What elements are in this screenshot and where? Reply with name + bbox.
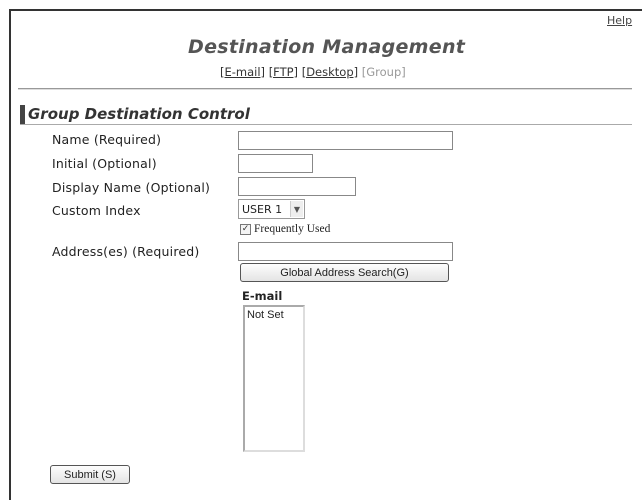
section-title: Group Destination Control <box>28 105 250 123</box>
header-divider <box>18 88 632 90</box>
help-link[interactable]: Help <box>607 14 632 27</box>
display-name-label: Display Name (Optional) <box>52 180 211 195</box>
addresses-input[interactable] <box>238 242 453 261</box>
display-name-input[interactable] <box>238 177 356 196</box>
nav-desktop-link[interactable]: [Desktop] <box>302 65 358 79</box>
chevron-down-icon[interactable]: ▼ <box>290 201 303 217</box>
initial-label: Initial (Optional) <box>52 156 157 171</box>
custom-index-select[interactable]: USER 1 ▼ <box>238 199 305 219</box>
frequently-used-label: Frequently Used <box>254 223 331 235</box>
section-heading: Group Destination Control <box>20 104 250 124</box>
section-marker <box>20 104 25 124</box>
name-label: Name (Required) <box>52 132 162 147</box>
section-divider <box>20 124 632 125</box>
nav-email-link[interactable]: [E-mail] <box>220 65 265 79</box>
destination-type-nav: [E-mail] [FTP] [Desktop] [Group] <box>220 65 406 79</box>
addresses-label: Address(es) (Required) <box>52 244 200 259</box>
list-item[interactable]: Not Set <box>245 307 303 323</box>
submit-button[interactable]: Submit (S) <box>50 465 130 484</box>
initial-input[interactable] <box>238 154 313 173</box>
email-listbox[interactable]: Not Set <box>243 305 305 452</box>
frequently-used-checkbox[interactable]: ✓ <box>240 223 251 235</box>
email-list-header: E-mail <box>242 289 283 303</box>
page-title: Destination Management <box>188 36 466 58</box>
custom-index-value: USER 1 <box>242 202 283 216</box>
nav-group-current: [Group] <box>361 65 406 79</box>
frequently-used-row: ✓ Frequently Used <box>240 223 330 235</box>
nav-ftp-link[interactable]: [FTP] <box>269 65 298 79</box>
custom-index-label: Custom Index <box>52 203 141 218</box>
global-address-search-button[interactable]: Global Address Search(G) <box>240 263 449 282</box>
name-input[interactable] <box>238 131 453 150</box>
